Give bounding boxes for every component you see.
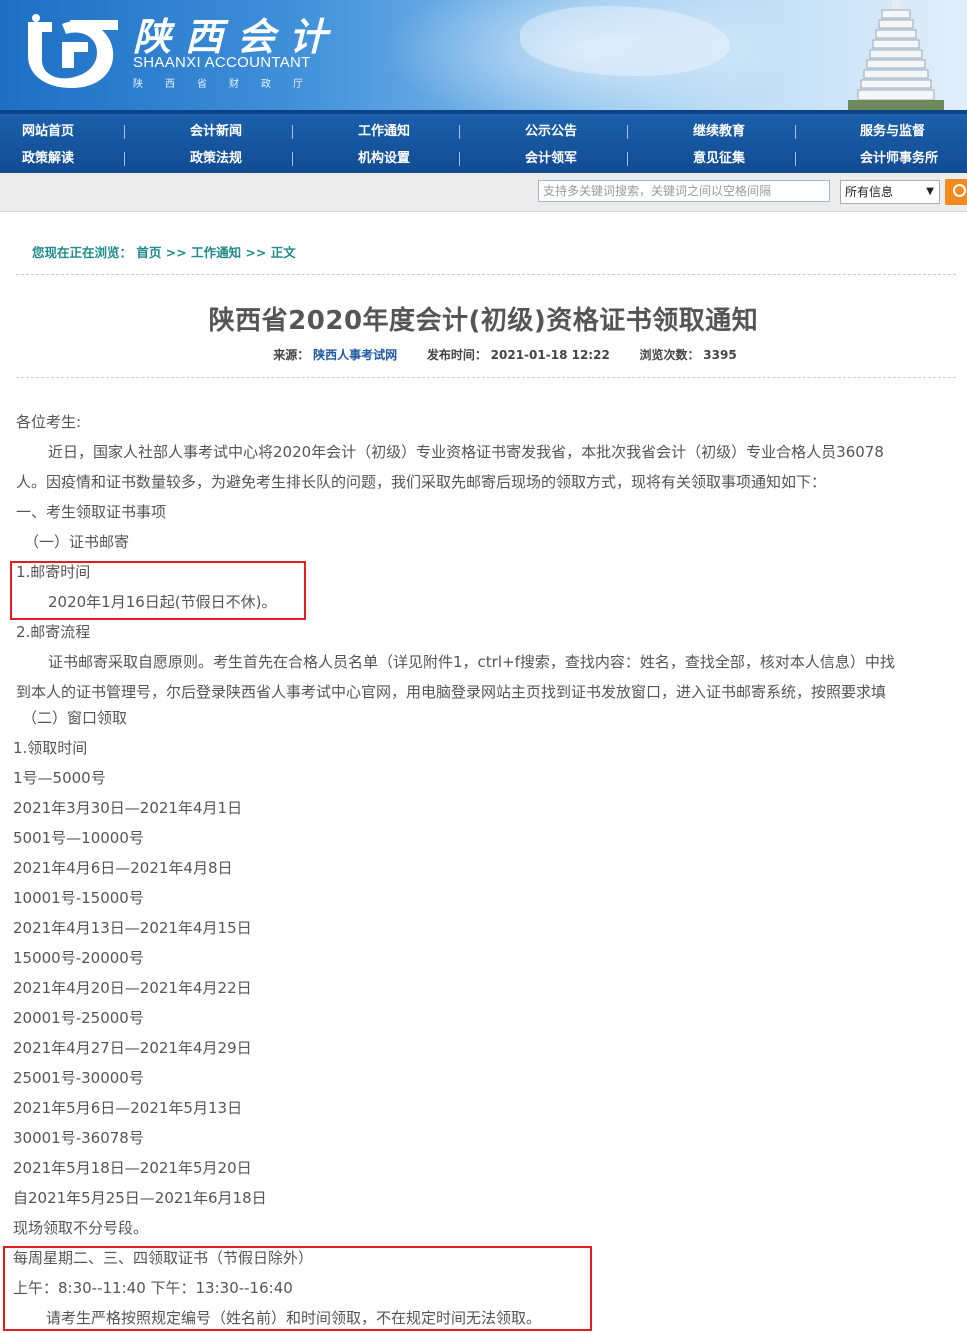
nav-row-1: 网站首页 会计新闻 工作通知 公示公告 继续教育 服务与监督 — [0, 119, 967, 145]
body-line: 2.邮寄流程 — [16, 623, 91, 641]
body-line: 30001号-36078号 — [13, 1129, 144, 1147]
search-button[interactable] — [945, 179, 967, 205]
body-line: 上午：8:30--11:40 下午：13:30--16:40 — [13, 1279, 293, 1297]
body-line: 2021年4月20日—2021年4月22日 — [13, 979, 252, 997]
nav-item-announcements[interactable]: 公示公告 — [525, 119, 577, 145]
breadcrumb-home-link[interactable]: 首页 — [136, 245, 161, 260]
body-line: 15000号-20000号 — [13, 949, 144, 967]
site-banner: 陕西会计 SHAANXI ACCOUNTANT 陕西省财政厅 — [0, 0, 967, 110]
nav-item-continuing-education[interactable]: 继续教育 — [693, 119, 745, 145]
breadcrumb-separator: >> — [245, 245, 267, 260]
body-line: 2020年1月16日起(节假日不休)。 — [48, 593, 277, 611]
source-label: 来源： — [273, 348, 310, 362]
nav-separator — [292, 152, 293, 166]
body-line: 近日，国家人社部人事考试中心将2020年会计（初级）专业资格证书寄发我省，本批次… — [48, 443, 884, 461]
pagoda-illustration — [848, 0, 944, 110]
body-line: 请考生严格按照规定编号（姓名前）和时间领取，不在规定时间无法领取。 — [46, 1309, 542, 1327]
body-line: 10001号-15000号 — [13, 889, 144, 907]
body-line: 各位考生: — [16, 413, 82, 431]
body-line: 一、考生领取证书事项 — [16, 503, 167, 521]
nav-item-home[interactable]: 网站首页 — [22, 119, 74, 145]
date-label: 发布时间： — [426, 348, 487, 362]
source-link[interactable]: 陕西人事考试网 — [313, 348, 397, 362]
body-line: 2021年5月18日—2021年5月20日 — [13, 1159, 252, 1177]
nav-separator — [124, 125, 125, 139]
breadcrumb-section-link[interactable]: 工作通知 — [191, 245, 241, 260]
chevron-down-icon: ▼ — [926, 186, 934, 197]
nav-separator — [124, 152, 125, 166]
nav-separator — [459, 125, 460, 139]
nav-row-2: 政策解读 政策法规 机构设置 会计领军 意见征集 会计师事务所 — [0, 146, 967, 172]
search-input[interactable] — [538, 180, 830, 202]
nav-item-work-notices[interactable]: 工作通知 — [358, 119, 410, 145]
body-line: 1.邮寄时间 — [16, 563, 91, 581]
view-count: 3395 — [703, 348, 737, 362]
body-line: 自2021年5月25日—2021年6月18日 — [13, 1189, 267, 1207]
search-scope-value: 所有信息 — [845, 185, 894, 199]
body-line: 1号—5000号 — [13, 769, 106, 787]
breadcrumb-prefix: 您现在正在浏览： — [32, 245, 133, 260]
breadcrumb-current: 正文 — [270, 245, 296, 260]
body-line: 2021年4月27日—2021年4月29日 — [13, 1039, 252, 1057]
body-line: 每周星期二、三、四领取证书（节假日除外） — [13, 1249, 314, 1267]
body-line: 1.领取时间 — [13, 739, 88, 757]
body-line: 25001号-30000号 — [13, 1069, 144, 1087]
nav-separator — [795, 125, 796, 139]
nav-separator — [459, 152, 460, 166]
article-meta: 来源： 陕西人事考试网 发布时间： 2021-01-18 12:22 浏览次数：… — [0, 346, 967, 363]
nav-separator — [795, 152, 796, 166]
body-line: 5001号—10000号 — [13, 829, 144, 847]
nav-separator — [627, 152, 628, 166]
search-scope-select[interactable]: 所有信息 ▼ — [840, 180, 940, 204]
body-line: （一）证书邮寄 — [24, 533, 130, 551]
body-line: 证书邮寄采取自愿原则。考生首先在合格人员名单（详见附件1，ctrl+f搜索，查找… — [48, 653, 895, 671]
body-line: 2021年4月6日—2021年4月8日 — [13, 859, 233, 877]
body-line: 到本人的证书管理号，尔后登录陕西省人事考试中心官网，用电脑登录网站主页找到证书发… — [16, 683, 887, 701]
nav-item-policy-interpretation[interactable]: 政策解读 — [22, 146, 74, 172]
nav-item-regulations[interactable]: 政策法规 — [190, 146, 242, 172]
site-logo-icon[interactable] — [22, 12, 122, 90]
nav-item-service-supervision[interactable]: 服务与监督 — [860, 119, 925, 145]
main-navigation: 网站首页 会计新闻 工作通知 公示公告 继续教育 服务与监督 政策解读 政策法规… — [0, 110, 967, 173]
nav-separator — [627, 125, 628, 139]
breadcrumb-separator: >> — [165, 245, 187, 260]
body-line: 人。因疫情和证书数量较多，为避免考生排长队的问题，我们采取先邮寄后现场的领取方式… — [16, 473, 827, 491]
search-bar: 所有信息 ▼ — [0, 173, 967, 212]
body-line: 20001号-25000号 — [13, 1009, 144, 1027]
divider — [16, 274, 956, 275]
divider — [16, 377, 956, 378]
brand-english-name: SHAANXI ACCOUNTANT — [133, 54, 311, 71]
nav-item-organization[interactable]: 机构设置 — [358, 146, 410, 172]
nav-separator — [292, 125, 293, 139]
brand-chinese-name: 陕西会计 — [133, 14, 342, 59]
views-label: 浏览次数： — [639, 348, 700, 362]
brand-department: 陕西省财政厅 — [133, 79, 325, 90]
body-line: 现场领取不分号段。 — [13, 1219, 149, 1237]
nav-item-accounting-firms[interactable]: 会计师事务所 — [860, 146, 938, 172]
page-title: 陕西省2020年度会计(初级)资格证书领取通知 — [208, 306, 759, 336]
nav-item-accounting-news[interactable]: 会计新闻 — [190, 119, 242, 145]
body-line: 2021年5月6日—2021年5月13日 — [13, 1099, 243, 1117]
publish-date: 2021-01-18 12:22 — [490, 348, 610, 362]
body-line: 2021年4月13日—2021年4月15日 — [13, 919, 252, 937]
search-icon — [953, 184, 966, 197]
body-line: （二）窗口领取 — [22, 709, 128, 727]
nav-item-accounting-leaders[interactable]: 会计领军 — [525, 146, 577, 172]
breadcrumb: 您现在正在浏览： 首页 >> 工作通知 >> 正文 — [32, 242, 296, 261]
body-line: 2021年3月30日—2021年4月1日 — [13, 799, 243, 817]
nav-item-feedback[interactable]: 意见征集 — [693, 146, 745, 172]
